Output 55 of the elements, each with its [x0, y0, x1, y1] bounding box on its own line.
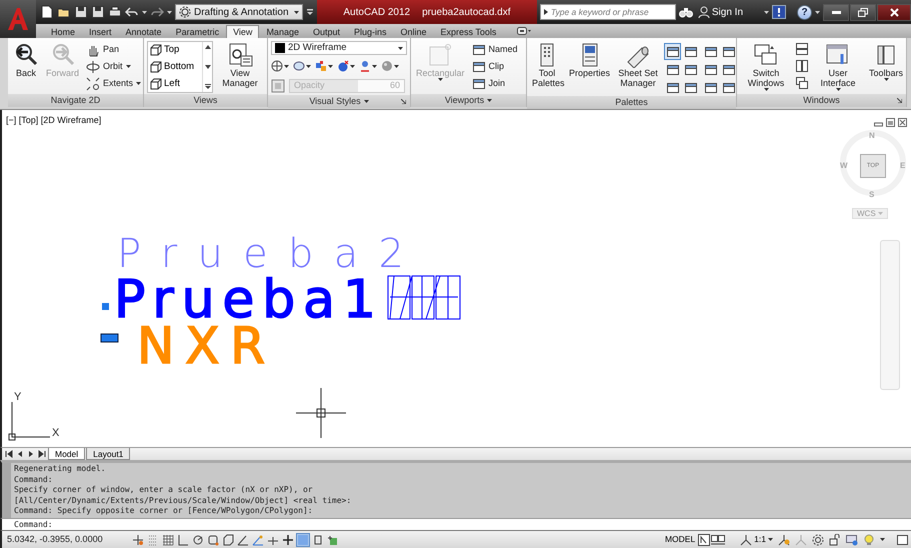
ribbon-tab[interactable]: View	[226, 25, 260, 38]
ribbon-tab[interactable]: Express Tools	[434, 25, 504, 38]
ribbon-tab[interactable]: Parametric	[168, 25, 226, 38]
sign-in-button[interactable]: Sign In	[696, 4, 745, 20]
ribbon-tab[interactable]: Annotate	[118, 25, 169, 38]
ribbon-tab[interactable]: Manage	[259, 25, 306, 38]
palette-button[interactable]: Properties	[567, 41, 612, 79]
view-list-item[interactable]: Top	[148, 42, 202, 59]
command-history-line: [All/Center/Dynamic/Extents/Previous/Scale/Window/Object] <real time>:	[14, 496, 352, 506]
viewport-tool[interactable]: Join	[470, 75, 520, 92]
search-field[interactable]: Type a keyword or phrase	[540, 4, 676, 20]
drawing-text: Prueba2	[117, 231, 404, 277]
panel-title: Visual Styles	[309, 94, 361, 108]
panel-title: Views	[194, 94, 218, 107]
ribbon-tab[interactable]: Plug-ins	[347, 25, 394, 38]
coordinates: 5.0342, -0.3955, 0.0000	[6, 532, 104, 546]
command-history-line: Regenerating model.	[14, 464, 107, 474]
layout-tab[interactable]: Layout1	[86, 448, 130, 460]
ribbon-tab[interactable]: Insert	[82, 25, 119, 38]
command-input[interactable]: Command:	[0, 518, 911, 530]
axis-label: X	[52, 427, 60, 439]
navigate-tool[interactable]: Extents	[84, 75, 144, 92]
panel-title: Navigate 2D	[50, 94, 100, 107]
ribbon-tab[interactable]: Home	[44, 25, 82, 38]
command-history-line: Specify corner of window, enter a scale factor (nX or nXP), or	[14, 485, 314, 496]
model-space-button[interactable]: MODEL	[662, 532, 698, 546]
navigate-tool[interactable]: Orbit	[84, 58, 144, 75]
navigate-tool[interactable]: Pan	[84, 41, 144, 58]
annotation-scale-button[interactable]: 1:1	[738, 532, 775, 546]
window-button[interactable]: Switch Windows	[740, 41, 792, 92]
panel-title: Palettes	[615, 96, 648, 109]
command-history-line: Command: Specify opposite corner or [Fence/WPolygon/CPolygon]:	[14, 506, 314, 516]
palette-button[interactable]: Tool Palettes	[530, 41, 564, 89]
viewport-tool[interactable]: Named	[470, 41, 520, 58]
axis-label: Y	[14, 391, 22, 403]
view-manager-button[interactable]: View Manager	[216, 41, 264, 89]
layout-tab[interactable]: Model	[48, 448, 86, 460]
ribbon-tab[interactable]: Online	[394, 25, 434, 38]
ribbon-tab[interactable]: Output	[306, 25, 347, 38]
window-button[interactable]: Toolbars	[867, 41, 906, 82]
help-button[interactable]: ?	[797, 4, 812, 20]
visual-style-dropdown[interactable]: 2D Wireframe	[271, 41, 407, 55]
view-list-item[interactable]: Bottom	[148, 58, 202, 76]
window-button[interactable]: User Interface	[812, 41, 864, 92]
panel-title: Windows	[803, 94, 840, 107]
workspace-dropdown[interactable]: Drafting & Annotation	[175, 4, 303, 20]
file-name: prueba2autocad.dxf	[422, 6, 510, 20]
app-title: AutoCAD 2012	[343, 6, 410, 20]
panel-title: Viewports	[444, 94, 484, 107]
back-button[interactable]: Back	[11, 41, 41, 79]
command-history-line: Command:	[14, 474, 54, 485]
viewport-controls-label[interactable]: [−] [Top] [2D Wireframe]	[6, 114, 102, 128]
viewport-tool[interactable]: Clip	[470, 58, 520, 75]
view-list-item[interactable]: Left	[148, 75, 202, 92]
palette-button[interactable]: Sheet Set Manager	[615, 41, 662, 89]
